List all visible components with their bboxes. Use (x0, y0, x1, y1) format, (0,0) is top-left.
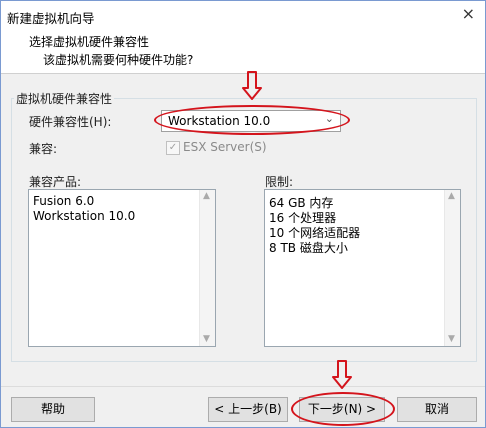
title-bar: 新建虚拟机向导 × (1, 1, 485, 31)
products-scrollbar[interactable]: ▲ ▼ (199, 190, 215, 346)
limits-label: 限制: (265, 175, 294, 189)
new-vm-wizard-window: 新建虚拟机向导 × 选择虚拟机硬件兼容性 该虚拟机需要何种硬件功能? 虚拟机硬件… (0, 0, 486, 428)
page-title: 选择虚拟机硬件兼容性 (29, 35, 150, 49)
list-item: 8 TB 磁盘大小 (269, 241, 348, 255)
group-label: 虚拟机硬件兼容性 (14, 90, 115, 107)
products-label: 兼容产品: (29, 175, 82, 189)
list-item: Fusion 6.0 (33, 194, 95, 208)
combo-highlight-ellipse (154, 105, 350, 135)
compat-label: 兼容: (29, 142, 58, 156)
scroll-up-icon[interactable]: ▲ (203, 191, 210, 201)
footer-divider (1, 386, 485, 387)
esx-server-label: ESX Server(S) (183, 140, 267, 154)
close-icon[interactable]: × (462, 4, 475, 23)
wizard-header: 选择虚拟机硬件兼容性 该虚拟机需要何种硬件功能? (1, 31, 485, 74)
help-button[interactable]: 帮助 (11, 397, 95, 422)
esx-server-checkbox[interactable]: ✓ (166, 141, 180, 155)
list-item: Workstation 10.0 (33, 209, 136, 223)
scroll-down-icon[interactable]: ▼ (448, 334, 455, 344)
hardware-compat-label: 硬件兼容性(H): (29, 115, 112, 129)
back-button[interactable]: < 上一步(B) (208, 397, 288, 422)
cancel-button[interactable]: 取消 (397, 397, 477, 422)
next-highlight-ellipse (291, 392, 395, 426)
window-title: 新建虚拟机向导 (7, 11, 95, 26)
down-arrow-icon (332, 360, 352, 389)
scroll-up-icon[interactable]: ▲ (448, 191, 455, 201)
page-subtitle: 该虚拟机需要何种硬件功能? (43, 53, 194, 67)
products-list[interactable]: Fusion 6.0 Workstation 10.0 ▲ ▼ (28, 189, 216, 347)
scroll-down-icon[interactable]: ▼ (203, 334, 210, 344)
limits-list[interactable]: 64 GB 内存 16 个处理器 10 个网络适配器 8 TB 磁盘大小 ▲ ▼ (264, 189, 461, 347)
limits-scrollbar[interactable]: ▲ ▼ (444, 190, 460, 346)
down-arrow-icon (242, 71, 262, 100)
